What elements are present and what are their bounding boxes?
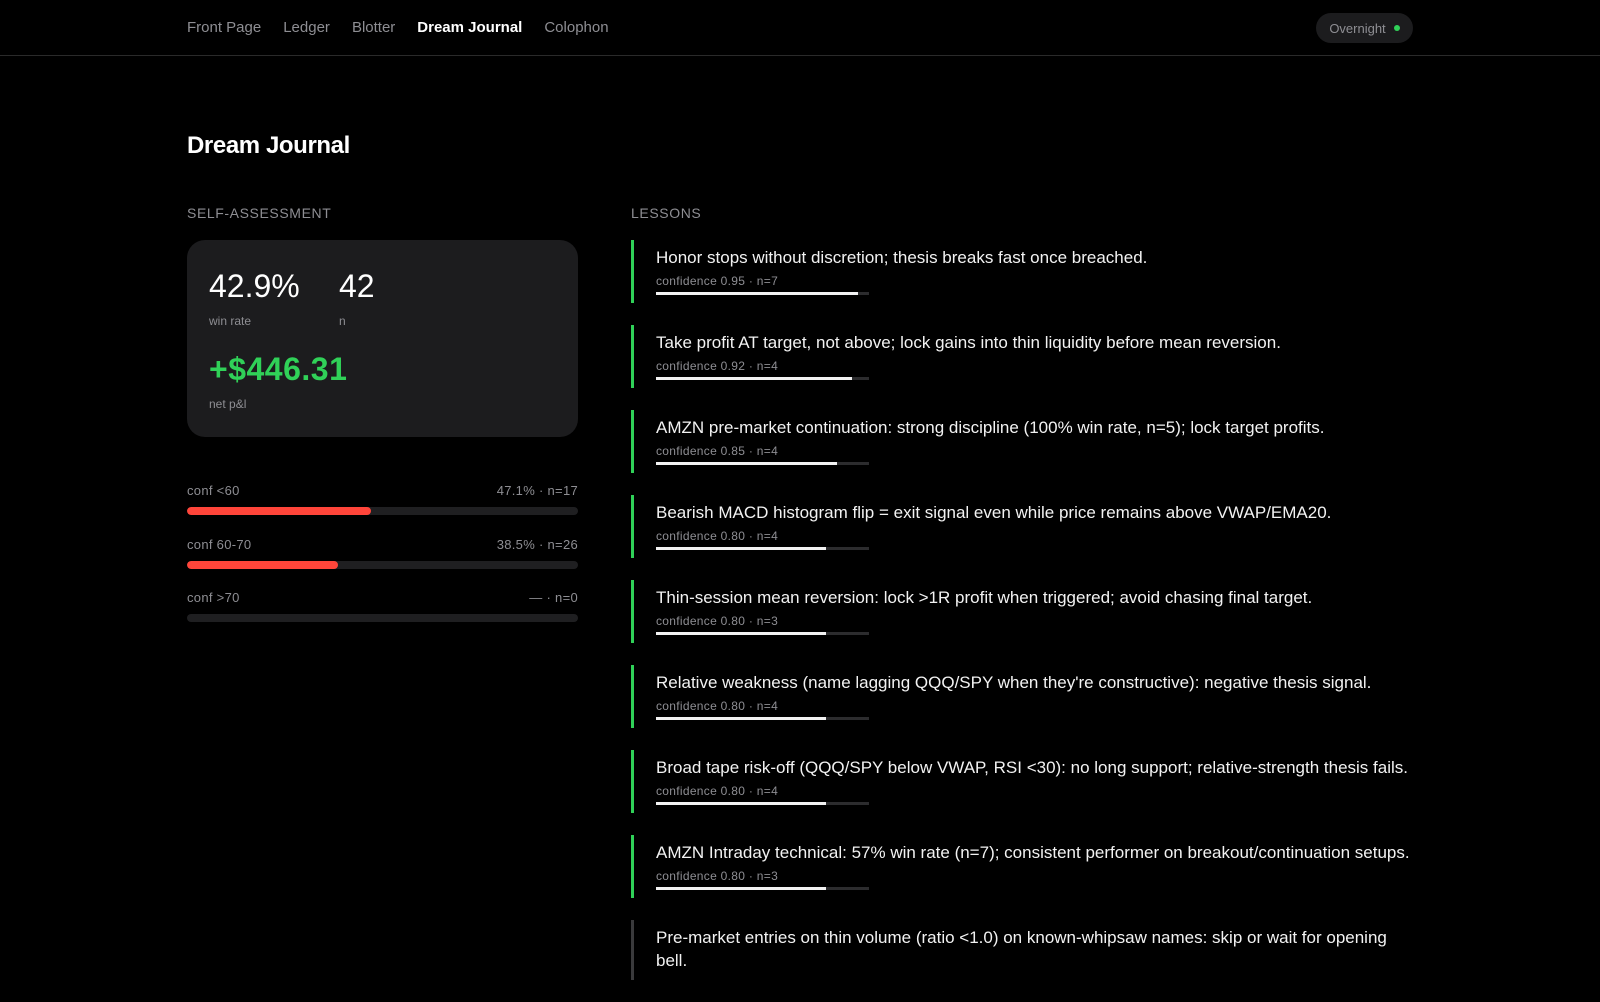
confidence-bucket-row: conf >70 — · n=0 [187,590,578,622]
confidence-bar-fill [656,802,827,805]
lesson-item[interactable]: Bearish MACD histogram flip = exit signa… [631,495,1416,558]
bucket-label: conf <60 [187,483,240,498]
confidence-bar-fill [656,377,852,380]
lesson-text: AMZN Intraday technical: 57% win rate (n… [656,843,1410,862]
nav-ledger[interactable]: Ledger [283,18,330,38]
lesson-meta: confidence 0.92 · n=4 [656,359,779,373]
trade-count-value: 42 [339,268,375,304]
self-assessment-card: 42.9% win rate 42 n +$446.31 net p&l [187,240,578,437]
bucket-bar-fill [187,507,372,515]
lesson-text: Take profit AT target, not above; lock g… [656,333,1281,352]
lesson-text: Relative weakness (name lagging QQQ/SPY … [656,673,1372,692]
lesson-meta: confidence 0.80 · n=4 [656,529,779,543]
confidence-bar-fill [656,462,838,465]
confidence-bar-track [656,887,869,890]
lesson-text: Broad tape risk-off (QQQ/SPY below VWAP,… [656,758,1408,777]
lessons-list: Honor stops without discretion; thesis b… [631,240,1416,1002]
nav-colophon[interactable]: Colophon [544,18,608,38]
bucket-stats: 47.1% · n=17 [496,483,578,498]
confidence-bucket-row: conf <60 47.1% · n=17 [187,483,578,515]
confidence-bar-track [656,377,869,380]
trade-count-stat: 42 n [339,268,375,328]
bucket-bar-fill [187,561,338,569]
confidence-bucket-row: conf 60-70 38.5% · n=26 [187,537,578,569]
lesson-item[interactable]: Pre-market entries on thin volume (ratio… [631,920,1416,980]
confidence-bar-fill [656,547,827,550]
bucket-bar-track [187,507,578,515]
bucket-bar-track [187,561,578,569]
win-rate-value: 42.9% [209,268,300,304]
lesson-text: Bearish MACD histogram flip = exit signa… [656,503,1332,522]
self-assessment-heading: SELF-ASSESSMENT [187,205,332,221]
bucket-stats: 38.5% · n=26 [496,537,578,552]
lesson-meta: confidence 0.95 · n=7 [656,274,779,288]
lesson-text: Pre-market entries on thin volume (ratio… [656,928,1387,970]
status-dot-icon [1393,25,1400,31]
confidence-bar-track [656,717,869,720]
lesson-text: AMZN pre-market continuation: strong dis… [656,418,1325,437]
lesson-item[interactable]: Thin-session mean reversion: lock >1R pr… [631,580,1416,643]
lesson-text: Thin-session mean reversion: lock >1R pr… [656,588,1313,607]
confidence-bar-track [656,802,869,805]
confidence-bar-fill [656,292,859,295]
lesson-meta: confidence 0.80 · n=3 [656,614,779,628]
confidence-bar-track [656,462,869,465]
win-rate-caption: win rate [209,314,252,328]
lesson-item[interactable]: Broad tape risk-off (QQQ/SPY below VWAP,… [631,750,1416,813]
bucket-bar-track [187,614,578,622]
nav-dream-journal[interactable]: Dream Journal [417,18,522,38]
lesson-text: Honor stops without discretion; thesis b… [656,248,1148,267]
lesson-item[interactable]: Honor stops without discretion; thesis b… [631,240,1416,303]
confidence-bar-track [656,547,869,550]
lesson-item[interactable]: AMZN Intraday technical: 57% win rate (n… [631,835,1416,898]
lesson-item[interactable]: AMZN pre-market continuation: strong dis… [631,410,1416,473]
nav-blotter[interactable]: Blotter [352,18,395,38]
lessons-heading: LESSONS [631,205,702,221]
confidence-bar-track [656,632,869,635]
lesson-meta: confidence 0.85 · n=4 [656,444,779,458]
net-pnl-stat: +$446.31 net p&l [209,351,347,411]
bucket-label: conf 60-70 [187,537,252,552]
lesson-item[interactable]: Relative weakness (name lagging QQQ/SPY … [631,665,1416,728]
bucket-stats: — · n=0 [529,590,578,605]
mode-indicator[interactable]: Overnight [1316,13,1413,43]
nav-front-page[interactable]: Front Page [187,18,261,38]
confidence-bar-track [656,292,869,295]
bucket-label: conf >70 [187,590,240,605]
trade-count-caption: n [339,314,346,328]
net-pnl-caption: net p&l [209,397,247,411]
lesson-meta: confidence 0.80 · n=3 [656,869,779,883]
confidence-bar-fill [656,717,827,720]
mode-label: Overnight [1329,20,1386,36]
win-rate-stat: 42.9% win rate [209,268,300,328]
lesson-meta: confidence 0.80 · n=4 [656,699,779,713]
main-nav: Front Page Ledger Blotter Dream Journal … [187,18,609,38]
lesson-meta: confidence 0.80 · n=4 [656,784,779,798]
top-navigation-bar: Front Page Ledger Blotter Dream Journal … [0,0,1600,56]
lesson-item[interactable]: Take profit AT target, not above; lock g… [631,325,1416,388]
page-title: Dream Journal [187,132,350,159]
confidence-bar-fill [656,632,827,635]
net-pnl-value: +$446.31 [209,351,348,387]
confidence-bar-fill [656,887,827,890]
